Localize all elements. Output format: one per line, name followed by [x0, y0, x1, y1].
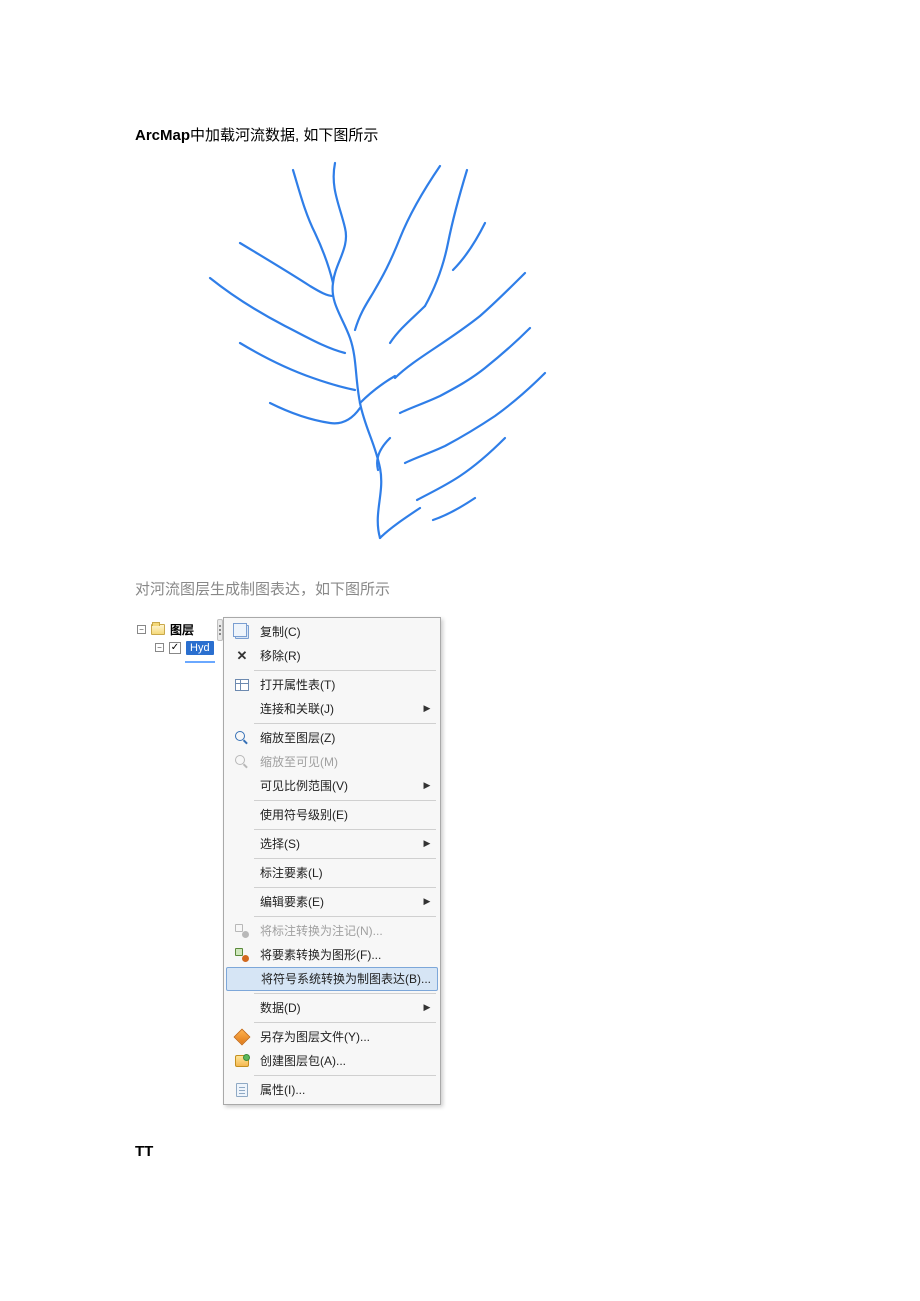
menu-symbol-level[interactable]: 使用符号级别(E): [226, 803, 438, 827]
menu-separator: [254, 1022, 436, 1023]
intro-title: ArcMap中加载河流数据, 如下图所示: [135, 125, 785, 148]
subtitle: 对河流图层生成制图表达，如下图所示: [135, 578, 785, 599]
layer-symbol: [185, 661, 215, 663]
menu-join-relate[interactable]: 连接和关联(J) ▶: [226, 697, 438, 721]
intro-text: 中加载河流数据, 如下图所示: [190, 127, 378, 144]
menu-separator: [254, 723, 436, 724]
properties-icon: [236, 1083, 248, 1097]
app-name: ArcMap: [135, 127, 190, 144]
convert-icon: [235, 948, 249, 962]
menu-separator: [254, 993, 436, 994]
menu-convert-graphic[interactable]: 将要素转换为图形(F)...: [226, 943, 438, 967]
menu-separator: [254, 670, 436, 671]
convert-icon: [235, 924, 249, 938]
zoom-icon: [235, 755, 249, 769]
menu-edit-features[interactable]: 编辑要素(E) ▶: [226, 890, 438, 914]
zoom-icon: [235, 731, 249, 745]
footer-tt: TT: [135, 1143, 215, 1160]
submenu-arrow-icon: ▶: [420, 896, 434, 907]
menu-create-package[interactable]: 创建图层包(A)...: [226, 1049, 438, 1073]
copy-icon: [235, 625, 249, 639]
diamond-icon: [234, 1028, 251, 1045]
menu-convert-label: 将标注转换为注记(N)...: [226, 919, 438, 943]
collapse-icon[interactable]: −: [155, 643, 164, 652]
menu-zoom-visible: 缩放至可见(M): [226, 750, 438, 774]
collapse-icon[interactable]: −: [137, 625, 146, 634]
submenu-arrow-icon: ▶: [420, 703, 434, 714]
menu-separator: [254, 858, 436, 859]
menu-separator: [254, 916, 436, 917]
remove-icon: ✕: [237, 648, 248, 664]
menu-properties[interactable]: 属性(I)...: [226, 1078, 438, 1102]
layer-context-menu: 复制(C) ✕ 移除(R) 打开属性表(T) 连接和关联(J) ▶ 缩放至图层(…: [223, 617, 441, 1105]
menu-separator: [254, 829, 436, 830]
menu-zoom-layer[interactable]: 缩放至图层(Z): [226, 726, 438, 750]
layer-visibility-checkbox[interactable]: ✓: [169, 642, 181, 654]
menu-separator: [254, 800, 436, 801]
river-map: [195, 158, 575, 548]
toc-layer-row[interactable]: − ✓ Hyd: [135, 639, 215, 657]
submenu-arrow-icon: ▶: [420, 780, 434, 791]
toc-root-row[interactable]: − 图层: [135, 621, 215, 639]
river-svg: [195, 158, 575, 548]
menu-copy[interactable]: 复制(C): [226, 620, 438, 644]
submenu-arrow-icon: ▶: [420, 838, 434, 849]
menu-data[interactable]: 数据(D) ▶: [226, 996, 438, 1020]
toc-root-label: 图层: [170, 621, 194, 638]
menu-open-table[interactable]: 打开属性表(T): [226, 673, 438, 697]
menu-save-layer-file[interactable]: 另存为图层文件(Y)...: [226, 1025, 438, 1049]
menu-separator: [254, 887, 436, 888]
submenu-arrow-icon: ▶: [420, 1002, 434, 1013]
menu-label-features[interactable]: 标注要素(L): [226, 861, 438, 885]
menu-selection[interactable]: 选择(S) ▶: [226, 832, 438, 856]
layer-name[interactable]: Hyd: [186, 641, 214, 655]
package-icon: [235, 1055, 249, 1067]
menu-remove[interactable]: ✕ 移除(R): [226, 644, 438, 668]
menu-separator: [254, 1075, 436, 1076]
table-icon: [235, 679, 249, 691]
folder-icon: [151, 624, 165, 635]
menu-visible-scale[interactable]: 可见比例范围(V) ▶: [226, 774, 438, 798]
toc-panel: − 图层 − ✓ Hyd: [135, 621, 215, 663]
menu-convert-representation[interactable]: 将符号系统转换为制图表达(B)...: [226, 967, 438, 991]
